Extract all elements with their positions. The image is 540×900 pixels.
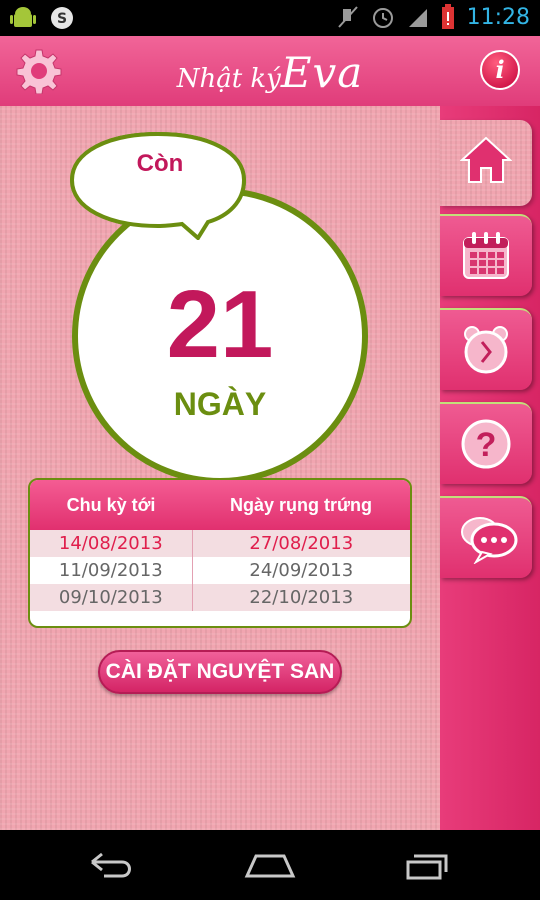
alarm-icon <box>372 8 393 28</box>
home-nav-icon[interactable] <box>244 850 296 880</box>
ovulation-date: 22/10/2013 <box>249 587 354 608</box>
table-row: 09/10/2013 22/10/2013 <box>30 584 410 611</box>
app-header: Nhật kýEva i <box>0 36 540 106</box>
speech-bubble-front <box>69 131 247 240</box>
setup-period-button[interactable]: CÀI ĐẶT NGUYỆT SAN <box>98 650 342 694</box>
tab-calendar[interactable] <box>440 214 532 296</box>
table-body: 14/08/2013 27/08/2013 11/09/2013 24/09/2… <box>30 530 410 626</box>
table-row: 14/08/2013 27/08/2013 <box>30 530 410 557</box>
battery-alert-icon <box>441 4 454 29</box>
cycle-date: 14/08/2013 <box>30 530 193 557</box>
days-unit-label: NGÀY <box>173 386 267 422</box>
recent-apps-icon[interactable] <box>404 850 452 880</box>
signal-icon <box>408 9 427 27</box>
info-button[interactable]: i <box>480 50 520 90</box>
android-icon <box>10 7 36 27</box>
tab-chat[interactable] <box>440 496 532 578</box>
days-remaining-number: 21 <box>166 271 274 378</box>
header-ovulation-day: Ngày rụng trứng <box>229 494 373 515</box>
tab-help[interactable]: ? <box>440 402 532 484</box>
mute-icon <box>337 6 358 28</box>
calendar-icon <box>463 232 509 279</box>
cycle-table: Chu kỳ tới Ngày rụng trứng 14/08/2013 27… <box>28 478 412 628</box>
chat-icon <box>461 517 518 564</box>
status-bar: S 11:28 <box>0 0 540 36</box>
table-header: Chu kỳ tới Ngày rụng trứng <box>30 480 410 530</box>
table-row: 11/09/2013 24/09/2013 <box>30 557 410 584</box>
sync-icon: S <box>51 7 73 29</box>
alarm-clock-icon <box>464 326 508 374</box>
cycle-date: 11/09/2013 <box>30 557 193 584</box>
status-time: 11:28 <box>466 4 530 30</box>
home-icon <box>460 136 512 183</box>
svg-text:?: ? <box>476 426 497 464</box>
svg-text:S: S <box>57 11 67 27</box>
cycle-date: 09/10/2013 <box>30 584 193 611</box>
logo-text: Nhật ký <box>176 64 281 94</box>
help-icon: ? <box>461 419 511 469</box>
app-logo: Nhật kýEva <box>0 48 540 97</box>
system-nav-bar <box>0 830 540 900</box>
ovulation-date: 24/09/2013 <box>249 560 354 581</box>
back-icon[interactable] <box>88 850 136 880</box>
logo-script: Eva <box>280 48 364 97</box>
tab-home[interactable] <box>440 120 532 206</box>
tab-alarm[interactable] <box>440 308 532 390</box>
bubble-text: Còn <box>136 150 184 177</box>
header-next-cycle: Chu kỳ tới <box>66 494 156 515</box>
ovulation-date: 27/08/2013 <box>249 533 354 554</box>
